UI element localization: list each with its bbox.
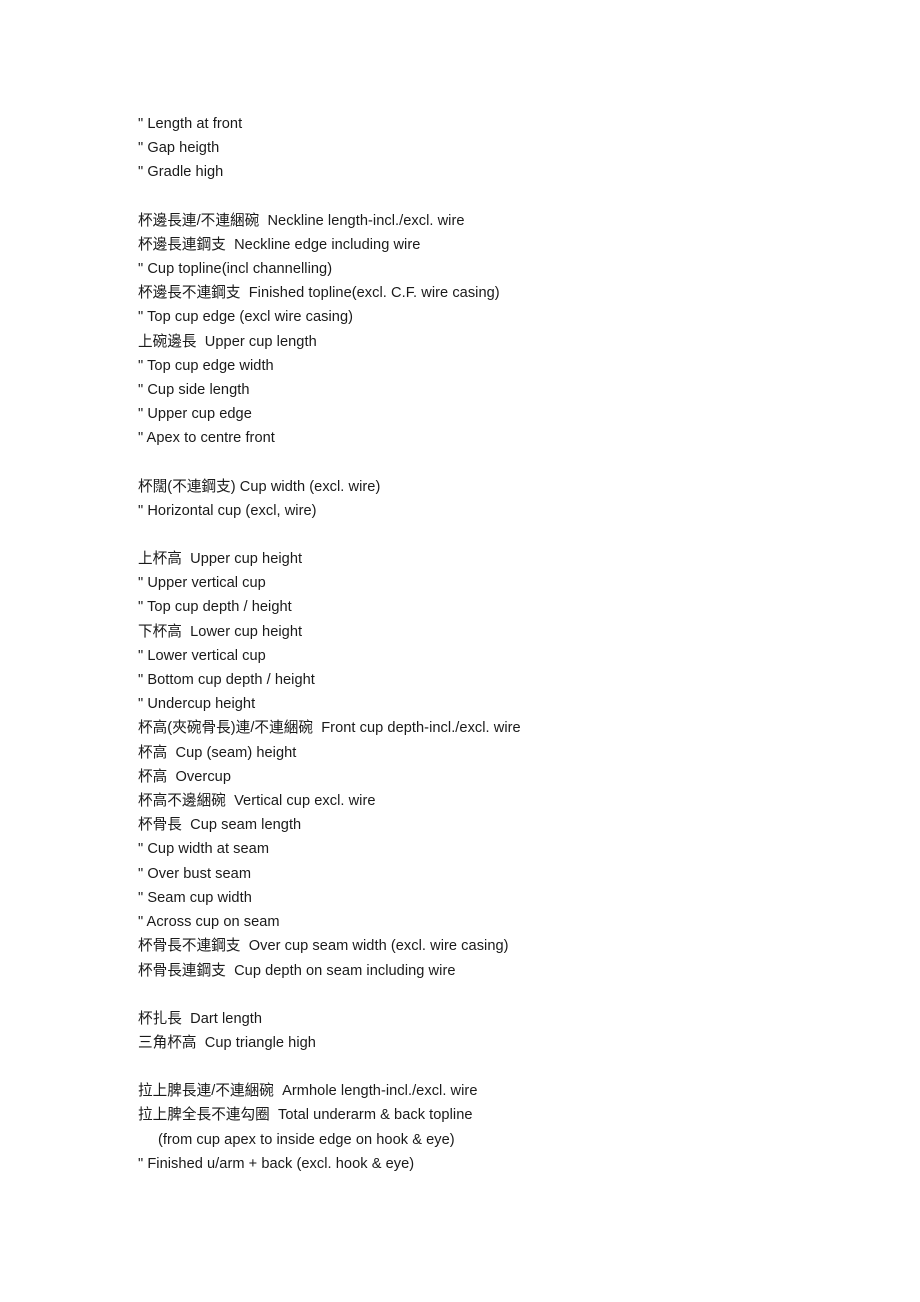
- glossary-line: " Length at front: [138, 116, 243, 132]
- glossary-line: " Upper cup edge: [138, 406, 252, 423]
- glossary-line: " Undercup height: [138, 696, 256, 713]
- glossary-line: " Apex to centre front: [138, 430, 275, 447]
- glossary-line: " Horizontal cup (excl, wire): [138, 502, 317, 519]
- glossary-line: " Over bust seam: [138, 865, 252, 882]
- text-block: 杯扎長 Dart length 三角杯高 Cup triangle high: [138, 1007, 878, 1055]
- glossary-line: 杯邊長連/不連綑碗 Neckline length-incl./excl. wi…: [138, 212, 465, 229]
- glossary-line: 拉上脾全長不連勾圈 Total underarm & back topline: [138, 1107, 473, 1124]
- glossary-line: " Top cup edge width: [138, 357, 274, 374]
- text-block: 拉上脾長連/不連綑碗 Armhole length-incl./excl. wi…: [138, 1079, 878, 1176]
- glossary-line: " Top cup depth / height: [138, 599, 292, 616]
- glossary-line: " Bottom cup depth / height: [138, 672, 315, 689]
- text-block: 上杯高 Upper cup height " Upper vertical cup…: [138, 547, 878, 983]
- glossary-line: 杯高 Cup (seam) height: [138, 744, 297, 761]
- text-block: 杯闊(不連鋼支) Cup width (excl. wire) " Horizon…: [138, 475, 878, 523]
- glossary-line: (from cup apex to inside edge on hook & …: [158, 1131, 455, 1148]
- glossary-line: " Lower vertical cup: [138, 647, 266, 664]
- glossary-line: " Cup topline(incl channelling): [138, 261, 333, 278]
- glossary-line: 杯高不邊綑碗 Vertical cup excl. wire: [138, 793, 376, 810]
- glossary-line: 上杯高 Upper cup height: [138, 551, 303, 568]
- glossary-line: 拉上脾長連/不連綑碗 Armhole length-incl./excl. wi…: [138, 1083, 478, 1100]
- glossary-line: 杯骨長 Cup seam length: [138, 817, 302, 834]
- document-page: " Length at front " Gap heigth " Gradle hi…: [0, 0, 920, 1302]
- glossary-line: 上碗邊長 Upper cup length: [138, 333, 317, 350]
- glossary-line: " Gradle high: [138, 164, 224, 181]
- glossary-line: 杯高 Overcup: [138, 768, 232, 785]
- glossary-line: 杯骨長連鋼支 Cup depth on seam including wire: [138, 962, 456, 979]
- glossary-line: 杯扎長 Dart length: [138, 1010, 263, 1027]
- text-block: " Length at front " Gap heigth " Gradle hi…: [138, 112, 878, 185]
- glossary-line: " Top cup edge (excl wire casing): [138, 309, 354, 326]
- glossary-line: 杯骨長不連鋼支 Over cup seam width (excl. wire …: [138, 938, 509, 955]
- glossary-line: 下杯高 Lower cup height: [138, 623, 303, 640]
- text-block: 杯邊長連/不連綑碗 Neckline length-incl./excl. wi…: [138, 209, 878, 451]
- glossary-line: 三角杯高 Cup triangle high: [138, 1034, 316, 1051]
- glossary-line: " Across cup on seam: [138, 914, 280, 931]
- glossary-line: 杯闊(不連鋼支) Cup width (excl. wire): [138, 478, 381, 495]
- glossary-line: " Cup width at seam: [138, 841, 270, 858]
- glossary-line: " Finished u/arm + back (excl. hook & ey…: [138, 1155, 415, 1172]
- glossary-line: " Upper vertical cup: [138, 575, 266, 592]
- glossary-line: 杯邊長連鋼支 Neckline edge including wire: [138, 236, 421, 253]
- glossary-line: " Cup side length: [138, 382, 250, 399]
- glossary-line: 杯高(夾碗骨長)連/不連綑碗 Front cup depth-incl./exc…: [138, 720, 521, 737]
- glossary-line: " Seam cup width: [138, 889, 252, 906]
- glossary-line: 杯邊長不連鋼支 Finished topline(excl. C.F. wire…: [138, 285, 500, 302]
- glossary-line: " Gap heigth: [138, 140, 220, 157]
- document-body: " Length at front " Gap heigth " Gradle hi…: [138, 112, 878, 1176]
